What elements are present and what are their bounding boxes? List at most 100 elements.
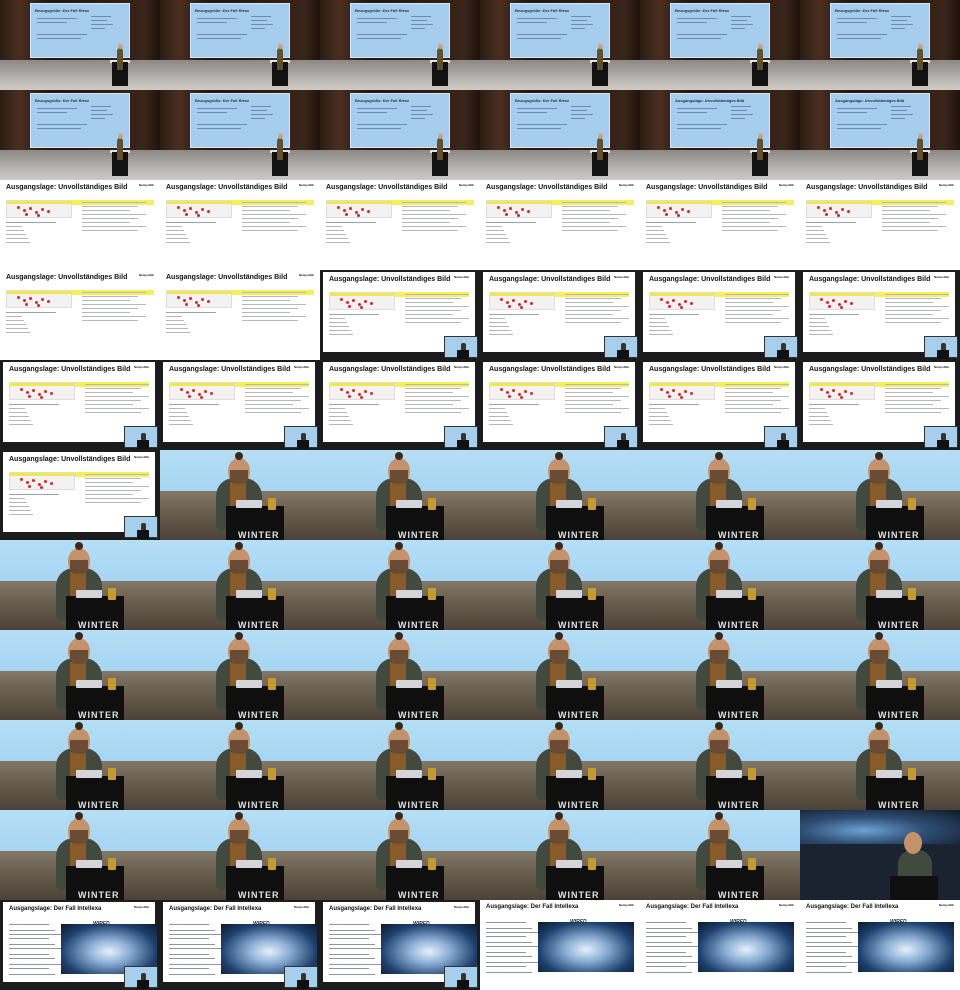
- map-marker: [17, 206, 20, 209]
- slide-text-line: [649, 330, 671, 331]
- slide-bullet-line: [885, 392, 933, 393]
- slide-bullet-line: [402, 222, 450, 223]
- speaker-hair-bun: [235, 452, 243, 460]
- podium-bottle: [588, 768, 596, 780]
- map-image: [326, 200, 392, 218]
- slide-bullet-line: [405, 400, 461, 401]
- frame-thumbnail: WINTER: [640, 540, 800, 630]
- screen-text-line: [411, 16, 431, 17]
- screen-text-line: [251, 20, 267, 21]
- frame-thumbnail: Ausgangslage: Unvollständiges Bild Netzpo…: [640, 180, 800, 270]
- map-marker: [657, 206, 660, 209]
- screen-text-line: [677, 128, 721, 129]
- frame-thumbnail: Ausgangslage: Unvollständiges Bild Netzpo…: [480, 360, 640, 450]
- screen-text-line: [517, 38, 561, 39]
- slide-text-line: [6, 238, 28, 239]
- podium-bottle: [908, 678, 916, 690]
- slide-text-line: [166, 238, 188, 239]
- frame-thumbnail: WINTER: [320, 450, 480, 540]
- speaker-beard: [230, 650, 248, 664]
- slide-bullet-line: [722, 206, 778, 207]
- laptop: [396, 860, 422, 868]
- slide-bullet-line: [885, 310, 941, 311]
- slide-logo: Netzpolitik: [133, 455, 149, 459]
- map-image: [806, 200, 872, 218]
- map-marker: [503, 209, 506, 212]
- slide-title: Ausgangslage: Unvollständiges Bild: [329, 366, 451, 373]
- slide-text-line: [329, 334, 353, 335]
- frame-thumbnail: WINTER: [640, 450, 800, 540]
- frame-thumbnail: Ausgangslage: Der Fall Intellexa Netzpoli…: [480, 900, 640, 990]
- slide-bullet-line: [806, 956, 852, 957]
- map-marker: [512, 299, 515, 302]
- map-marker: [677, 214, 680, 217]
- map-marker: [349, 207, 352, 210]
- map-marker: [840, 396, 843, 399]
- slide-bullet-line: [402, 202, 466, 203]
- frame-thumbnail: WINTER: [160, 810, 320, 900]
- slide-text-line: [649, 420, 671, 421]
- picture-in-picture-speaker: [284, 966, 318, 989]
- slide-text-line: [489, 424, 513, 425]
- slide-text-line: [489, 322, 507, 323]
- slide-bullet-line: [882, 214, 946, 215]
- slide-text-line: [9, 510, 31, 511]
- slide-logo: Netzpolitik: [298, 273, 314, 277]
- screen-text-line: [357, 22, 387, 23]
- slide-bullet-line: [725, 322, 781, 323]
- slide-bullet-line: [646, 936, 686, 937]
- map-marker: [505, 213, 508, 216]
- map-marker: [520, 396, 523, 399]
- slide-bullet-line: [85, 392, 133, 393]
- screen-text-line: [91, 28, 105, 29]
- slide-text-line: [6, 234, 26, 235]
- speaker-beard: [870, 650, 888, 664]
- map-marker: [524, 300, 527, 303]
- slide-text-line: [6, 230, 24, 231]
- speaker-beard: [710, 470, 728, 484]
- slide-title: Ausgangslage: Unvollständiges Bild: [6, 184, 128, 191]
- laptop: [396, 590, 422, 598]
- slide-bullet-line: [242, 226, 306, 227]
- slide-bullet-line: [242, 308, 298, 309]
- slide-bullet-line: [242, 316, 306, 317]
- frame-thumbnail: Ausgangslage: Unvollständiges Bild Netzpo…: [320, 360, 480, 450]
- slide-text-line: [329, 318, 345, 319]
- slide-bullet-line: [405, 396, 469, 397]
- slide-bullet-line: [85, 412, 141, 413]
- pip-podium: [137, 980, 149, 989]
- slide-bullet-line: [646, 922, 686, 923]
- map-marker: [25, 303, 28, 306]
- screen-text-line: [677, 22, 707, 23]
- screen-text-line: [37, 18, 77, 19]
- slide-bullet-line: [885, 306, 949, 307]
- screen-text-line: [891, 118, 905, 119]
- frame-thumbnail: WINTER: [0, 810, 160, 900]
- screen-text-line: [251, 24, 273, 25]
- speaker-hair-bun: [875, 452, 883, 460]
- slide-text-line: [486, 222, 536, 223]
- podium-bottle: [268, 858, 276, 870]
- slide-logo: Netzpolitik: [133, 365, 149, 369]
- map-highlight: [10, 383, 74, 386]
- slide-bullet-line: [85, 408, 149, 409]
- slide-text-line: [326, 238, 348, 239]
- map-marker: [521, 208, 524, 211]
- frame-thumbnail: Ausgangslage: Unvollständiges Bild Netzpo…: [320, 180, 480, 270]
- speaker-head: [118, 44, 123, 49]
- frame-thumbnail: WINTER: [640, 720, 800, 810]
- slide-text-line: [809, 318, 825, 319]
- screen-text-line: [91, 114, 113, 115]
- map-marker: [40, 486, 43, 489]
- screen-text-line: [91, 118, 105, 119]
- slide-title: Ausgangslage: Der Fall Intellexa: [486, 904, 579, 910]
- speaker-beard: [230, 470, 248, 484]
- map-marker: [197, 304, 200, 307]
- slide-bullet-line: [646, 972, 692, 973]
- map-marker: [370, 302, 373, 305]
- speaker-hair-bun: [395, 452, 403, 460]
- slide-bullet-line: [885, 412, 941, 413]
- slide-text-line: [486, 242, 510, 243]
- slide-bullet-line: [722, 222, 770, 223]
- map-marker: [343, 209, 346, 212]
